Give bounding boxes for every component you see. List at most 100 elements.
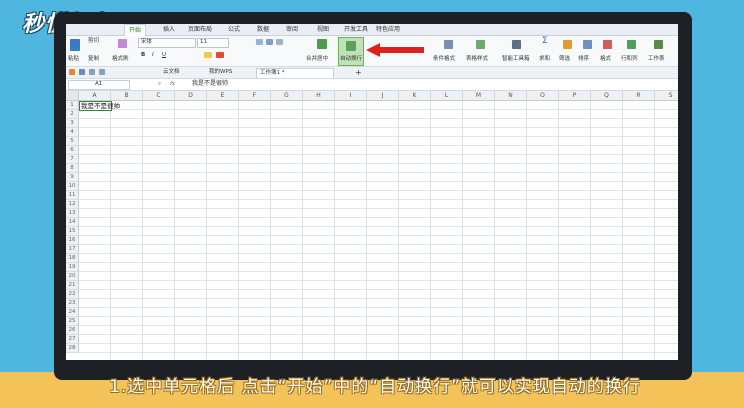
row-header-6[interactable]: 6 [66,146,79,155]
formula-input[interactable]: 我是不是很帅 [184,80,676,88]
column-header-p[interactable]: P [559,91,591,101]
sort-icon[interactable] [583,40,592,49]
paste-button[interactable]: 粘贴 [68,56,79,63]
tab-my-wps[interactable]: 我的WPS [206,68,235,77]
row-header-19[interactable]: 19 [66,263,79,272]
row-header-14[interactable]: 14 [66,218,79,227]
column-header-i[interactable]: I [335,91,367,101]
row-header-24[interactable]: 24 [66,308,79,317]
open-folder-icon[interactable] [69,69,75,75]
tab-cloud-docs[interactable]: 云文档 [160,68,183,77]
row-header-9[interactable]: 9 [66,173,79,182]
row-header-20[interactable]: 20 [66,272,79,281]
undo-icon[interactable] [99,69,105,75]
menu-page-layout[interactable]: 页面布局 [184,24,216,35]
font-color-icon[interactable] [216,52,224,58]
row-header-17[interactable]: 17 [66,245,79,254]
column-header-o[interactable]: O [527,91,559,101]
row-header-1[interactable]: 1 [66,101,79,110]
column-header-m[interactable]: M [463,91,495,101]
row-header-18[interactable]: 18 [66,254,79,263]
column-header-h[interactable]: H [303,91,335,101]
toolbox-button[interactable]: 智能工具箱 [502,56,530,63]
column-header-a[interactable]: A [79,91,111,101]
row-header-10[interactable]: 10 [66,182,79,191]
column-header-j[interactable]: J [367,91,399,101]
conditional-format-button[interactable]: 条件格式 [433,56,455,63]
worksheet-icon[interactable] [654,40,663,49]
format-painter-icon[interactable] [118,39,127,48]
cut-button[interactable]: 剪切 [88,38,99,45]
toolbox-icon[interactable] [512,40,521,49]
row-header-12[interactable]: 12 [66,200,79,209]
cell-area[interactable] [79,101,678,360]
font-name-select[interactable]: 宋体 [138,38,196,48]
row-header-15[interactable]: 15 [66,227,79,236]
column-header-q[interactable]: Q [591,91,623,101]
table-style-icon[interactable] [476,40,485,49]
print-icon[interactable] [89,69,95,75]
copy-button[interactable]: 复制 [88,56,99,63]
row-header-26[interactable]: 26 [66,326,79,335]
format-button[interactable]: 格式 [600,56,611,63]
select-all-corner[interactable] [66,91,79,101]
menu-insert[interactable]: 插入 [159,24,179,35]
row-header-21[interactable]: 21 [66,281,79,290]
row-header-23[interactable]: 23 [66,299,79,308]
row-header-27[interactable]: 27 [66,335,79,344]
fx-button[interactable]: fx [170,81,175,88]
row-header-2[interactable]: 2 [66,110,79,119]
row-header-25[interactable]: 25 [66,317,79,326]
sort-button[interactable]: 排序 [578,56,589,63]
name-box[interactable]: A1 [68,80,130,90]
menu-special[interactable]: 特色应用 [372,24,404,35]
row-header-5[interactable]: 5 [66,137,79,146]
tab-workbook1[interactable]: 工作簿1 * [256,68,334,78]
menu-developer[interactable]: 开发工具 [340,24,372,35]
column-header-f[interactable]: F [239,91,271,101]
format-icon[interactable] [603,40,612,49]
row-header-28[interactable]: 28 [66,344,79,353]
row-header-22[interactable]: 22 [66,290,79,299]
column-header-e[interactable]: E [207,91,239,101]
paste-icon[interactable] [70,39,80,51]
row-header-16[interactable]: 16 [66,236,79,245]
row-header-3[interactable]: 3 [66,119,79,128]
row-header-8[interactable]: 8 [66,164,79,173]
italic-button[interactable]: I [152,52,154,59]
column-header-k[interactable]: K [399,91,431,101]
rows-cols-button[interactable]: 行和列 [621,56,638,63]
fill-color-icon[interactable] [204,52,212,58]
merge-center-button[interactable]: 合并居中 [306,56,328,63]
filter-button[interactable]: 筛选 [559,56,570,63]
menu-view[interactable]: 视图 [313,24,333,35]
add-tab-button[interactable]: + [352,68,365,77]
align-bottom-icon[interactable] [276,39,283,45]
row-header-13[interactable]: 13 [66,209,79,218]
column-header-n[interactable]: N [495,91,527,101]
table-style-button[interactable]: 表格样式 [466,56,488,63]
column-header-s[interactable]: S [655,91,678,101]
column-header-c[interactable]: C [143,91,175,101]
row-header-7[interactable]: 7 [66,155,79,164]
conditional-format-icon[interactable] [444,40,453,49]
menu-review[interactable]: 审阅 [282,24,302,35]
worksheet-button[interactable]: 工作表 [648,56,665,63]
rows-cols-icon[interactable] [627,40,636,49]
menu-formula[interactable]: 公式 [224,24,244,35]
bold-button[interactable]: B [141,52,145,59]
row-header-11[interactable]: 11 [66,191,79,200]
auto-wrap-button[interactable]: 自动换行 [338,37,364,66]
save-icon[interactable] [79,69,85,75]
column-header-l[interactable]: L [431,91,463,101]
font-size-select[interactable]: 11 [197,38,229,48]
column-header-g[interactable]: G [271,91,303,101]
menu-home[interactable]: 开始 [124,24,147,36]
underline-button[interactable]: U [162,52,166,59]
align-top-icon[interactable] [256,39,263,45]
sum-button[interactable]: 求和 [539,56,550,63]
format-painter-button[interactable]: 格式刷 [112,56,129,63]
sum-icon[interactable]: Σ [542,37,548,46]
column-header-b[interactable]: B [111,91,143,101]
filter-icon[interactable] [563,40,572,49]
